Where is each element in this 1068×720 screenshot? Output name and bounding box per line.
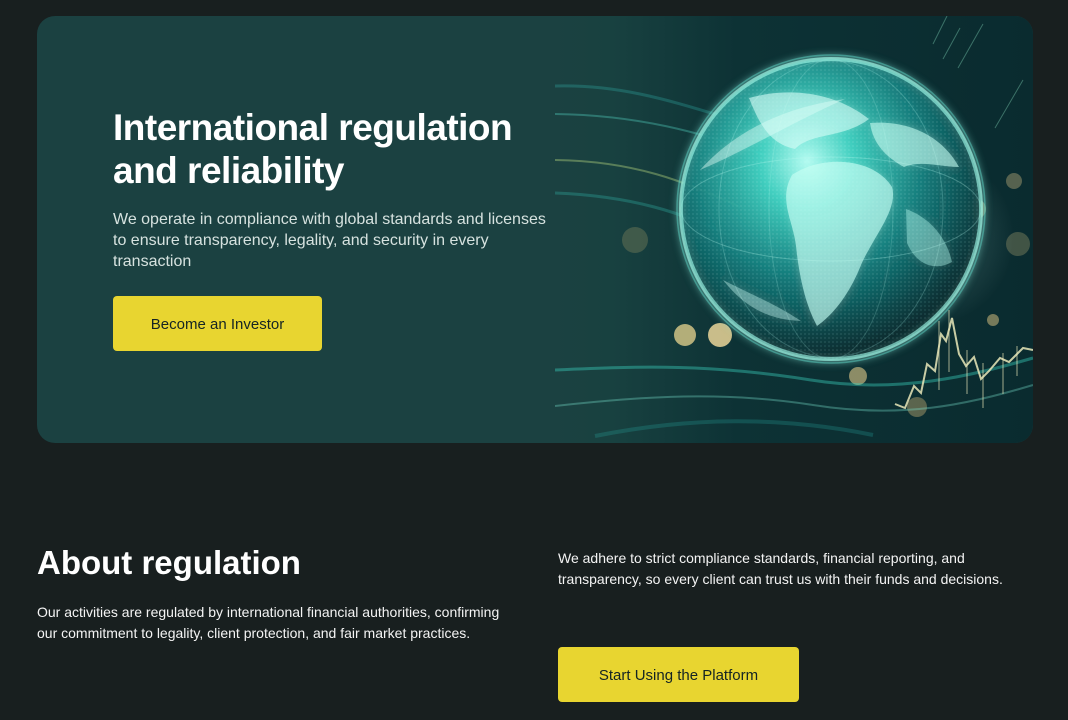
globe-illustration <box>555 16 1033 438</box>
hero-description: We operate in compliance with global sta… <box>113 211 546 270</box>
regulation-page: International regulation and reliability… <box>0 0 1068 720</box>
start-platform-button[interactable]: Start Using the Platform <box>558 647 799 702</box>
globe-finance-image <box>555 16 1033 443</box>
become-investor-button[interactable]: Become an Investor <box>113 296 322 351</box>
about-regulation-description: Our activities are regulated by internat… <box>37 604 500 641</box>
glowing-globe <box>676 54 986 364</box>
compliance-description: We adhere to strict compliance standards… <box>558 550 1003 587</box>
hero-banner: International regulation and reliability… <box>37 16 1033 443</box>
about-regulation-title: About regulation <box>37 544 301 581</box>
hero-title: International regulation and reliability <box>113 107 513 191</box>
